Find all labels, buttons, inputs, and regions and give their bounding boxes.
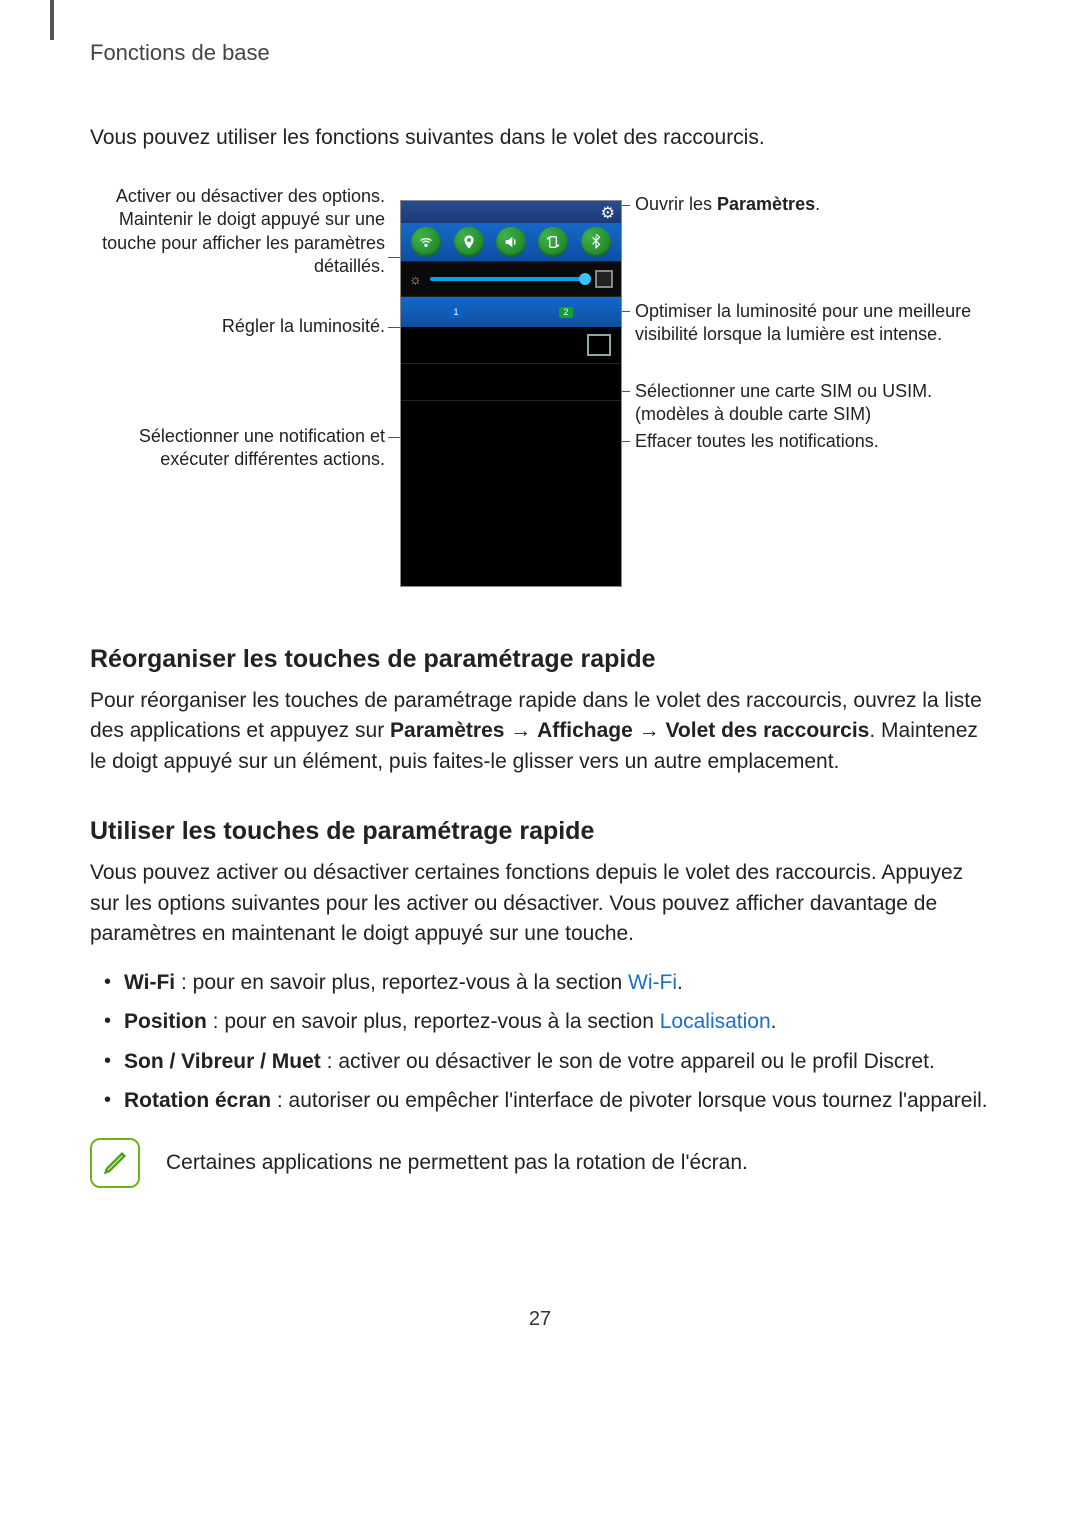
clear-notifications-icon	[587, 334, 611, 356]
notification-row	[401, 364, 621, 401]
text: : autoriser ou empêcher l'interface de p…	[271, 1089, 988, 1112]
link-localisation[interactable]: Localisation	[660, 1010, 771, 1033]
auto-brightness-checkbox	[595, 270, 613, 288]
page-number: 27	[90, 1308, 990, 1331]
text: .	[677, 971, 683, 994]
quick-toggle-row	[401, 223, 621, 261]
text-strong: Position	[124, 1010, 207, 1033]
wifi-icon	[411, 227, 441, 257]
text: Ouvrir les	[635, 194, 717, 214]
callout-clear: Effacer toutes les notifications.	[635, 430, 995, 453]
location-icon	[454, 227, 484, 257]
link-wifi[interactable]: Wi-Fi	[628, 971, 677, 994]
heading-use-toggles: Utiliser les touches de paramétrage rapi…	[90, 817, 990, 846]
sim-badge: 1	[449, 307, 463, 318]
note-text: Certaines applications ne permettent pas…	[166, 1151, 748, 1175]
brightness-icon: ☼	[409, 271, 422, 287]
text-strong: Son / Vibreur / Muet	[124, 1050, 321, 1073]
text: : activer ou désactiver le son de votre …	[321, 1050, 935, 1073]
callout-toggles: Activer ou désactiver des options. Maint…	[90, 185, 385, 279]
text-strong: Rotation écran	[124, 1089, 271, 1112]
arrow: →	[504, 719, 537, 742]
gear-icon: ⚙	[601, 203, 615, 223]
text: .	[815, 194, 820, 214]
callout-brightness: Régler la luminosité.	[90, 315, 385, 338]
text-strong: Paramètres	[390, 719, 504, 742]
list-item: Wi-Fi : pour en savoir plus, reportez-vo…	[90, 966, 990, 1000]
note-box: Certaines applications ne permettent pas…	[90, 1138, 990, 1188]
text-strong: Affichage	[537, 719, 633, 742]
list-item: Position : pour en savoir plus, reportez…	[90, 1005, 990, 1039]
paragraph-use-toggles: Vous pouvez activer ou désactiver certai…	[90, 858, 990, 949]
sim-1: 1	[401, 307, 511, 318]
section-header: Fonctions de base	[90, 40, 990, 66]
intro-text: Vous pouvez utiliser les fonctions suiva…	[90, 126, 990, 150]
sim-badge: 2	[559, 307, 573, 318]
rotation-icon	[538, 227, 568, 257]
arrow: →	[633, 719, 666, 742]
text-strong: Volet des raccourcis	[665, 719, 869, 742]
note-icon	[90, 1138, 140, 1188]
annotated-screenshot: Activer ou désactiver des options. Maint…	[90, 185, 990, 605]
text: : pour en savoir plus, reportez-vous à l…	[207, 1010, 660, 1033]
bullet-list: Wi-Fi : pour en savoir plus, reportez-vo…	[90, 966, 990, 1118]
callout-optimize-brightness: Optimiser la luminosité pour une meilleu…	[635, 300, 995, 347]
list-item: Rotation écran : autoriser ou empêcher l…	[90, 1084, 990, 1118]
brightness-slider	[430, 277, 587, 281]
heading-reorganize: Réorganiser les touches de paramétrage r…	[90, 645, 990, 674]
sound-icon	[496, 227, 526, 257]
text-strong: Paramètres	[717, 194, 815, 214]
bluetooth-icon	[581, 227, 611, 257]
paragraph-reorganize: Pour réorganiser les touches de paramétr…	[90, 686, 990, 777]
sim-selector-row: 1 2	[401, 297, 621, 327]
top-corner-rule	[50, 0, 54, 40]
notification-row	[401, 327, 621, 364]
callout-open-settings: Ouvrir les Paramètres.	[635, 193, 995, 216]
callout-sim: Sélectionner une carte SIM ou USIM. (mod…	[635, 380, 995, 427]
callout-notification: Sélectionner une notification et exécute…	[90, 425, 385, 472]
status-bar: ⚙	[401, 201, 621, 223]
text: .	[771, 1010, 777, 1033]
phone-panel-mock: ⚙ ☼	[400, 200, 622, 587]
text: : pour en savoir plus, reportez-vous à l…	[175, 971, 628, 994]
text-strong: Wi-Fi	[124, 971, 175, 994]
sim-2: 2	[511, 307, 621, 318]
brightness-row: ☼	[401, 261, 621, 297]
list-item: Son / Vibreur / Muet : activer ou désact…	[90, 1045, 990, 1079]
